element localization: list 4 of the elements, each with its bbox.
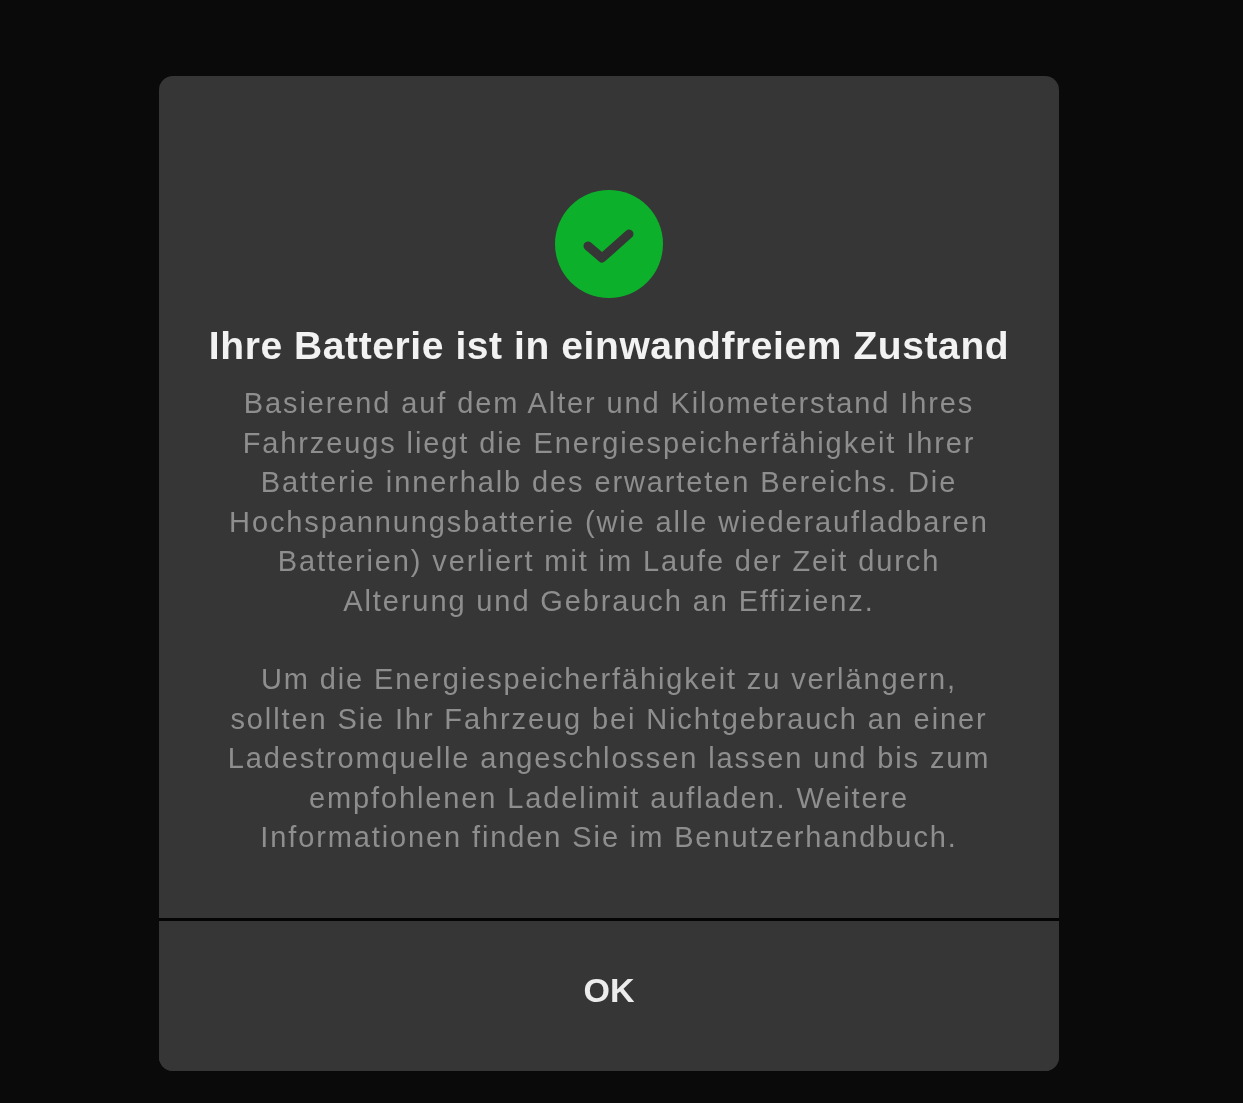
body-paragraph: Um die Energiespeicherfähigkeit zu verlängern, sollten Sie Ihr Fahrzeug bei Nichtgebrauch an einer Ladestromquelle angeschlossen lassen und bis zum empfohlenen Ladelimit aufladen. Weitere Informationen finden Sie im Benutzerhandbuch.: [226, 662, 992, 855]
dialog-title: Ihre Batterie ist in einwandfreiem Zustand: [208, 323, 1010, 369]
success-check-icon: [555, 190, 663, 298]
body-paragraph: Basierend auf dem Alter und Kilometerstand Ihres Fahrzeugs liegt die Energiespeicherfähigkeit Ihrer Batterie innerhalb des erwarteten Bereichs. Die Hochspannungsbatterie (wie alle wiederaufladbaren Batterien) verliert mit im Laufe der Zeit durch Alterung und Gebrauch an Effizienz.: [228, 386, 990, 619]
